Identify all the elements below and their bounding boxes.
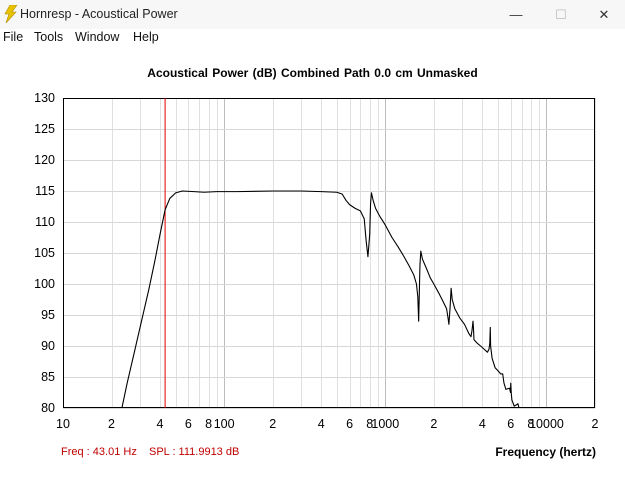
spl-readout: SPL : 111.9913 dB (149, 446, 240, 458)
maximize-icon: ☐ (555, 6, 567, 22)
y-tick-label: 95 (41, 308, 55, 322)
plot-area: Acoustical Power (dB) Combined Path 0.0 … (0, 46, 625, 478)
minimize-button[interactable]: — (493, 0, 539, 29)
menu-help[interactable]: Help (133, 30, 159, 44)
x-tick-label: 2 (592, 417, 599, 431)
x-tick-label: 4 (479, 417, 486, 431)
y-tick-label: 130 (34, 91, 55, 105)
x-tick-label: 4 (157, 417, 164, 431)
x-tick-label: 100 (214, 417, 235, 431)
menu-window[interactable]: Window (75, 30, 119, 44)
title-bar: Hornresp - Acoustical Power — ☐ ✕ (0, 0, 625, 29)
x-tick-label: 2 (108, 417, 115, 431)
maximize-button[interactable]: ☐ (538, 0, 584, 29)
y-tick-label: 105 (34, 246, 55, 260)
x-tick-label: 10 (56, 417, 70, 431)
x-tick-label: 4 (318, 417, 325, 431)
y-tick-label: 85 (41, 370, 55, 384)
x-tick-label: 2 (269, 417, 276, 431)
y-tick-label: 110 (35, 215, 55, 229)
x-axis-label: Frequency (hertz) (495, 445, 596, 459)
close-icon: ✕ (598, 6, 610, 22)
power-chart[interactable]: 1301251201151101051009590858010 2 4 6 8 100 2 4… (0, 46, 625, 478)
lightning-bolt-icon (4, 5, 18, 23)
series-line (121, 190, 520, 408)
menu-tools[interactable]: Tools (34, 30, 63, 44)
y-tick-label: 115 (35, 184, 55, 198)
minimize-icon: — (509, 7, 523, 22)
x-tick-label: 10000 (529, 417, 564, 431)
x-tick-label: 6 (185, 417, 192, 431)
x-tick-label: 1000 (371, 417, 399, 431)
x-tick-label: 6 (346, 417, 353, 431)
y-tick-label: 90 (41, 339, 55, 353)
menu-bar: File Tools Window Help (0, 29, 625, 46)
x-tick-label: 2 (430, 417, 437, 431)
window-title: Hornresp - Acoustical Power (20, 7, 178, 21)
menu-file[interactable]: File (3, 30, 23, 44)
freq-readout: Freq : 43.01 Hz (61, 446, 137, 458)
y-tick-label: 120 (34, 153, 55, 167)
x-tick-label: 8 (205, 417, 212, 431)
close-button[interactable]: ✕ (583, 0, 625, 29)
y-tick-label: 125 (34, 122, 55, 136)
x-tick-label: 6 (507, 417, 514, 431)
y-tick-label: 100 (34, 277, 55, 291)
y-tick-label: 80 (41, 401, 55, 415)
